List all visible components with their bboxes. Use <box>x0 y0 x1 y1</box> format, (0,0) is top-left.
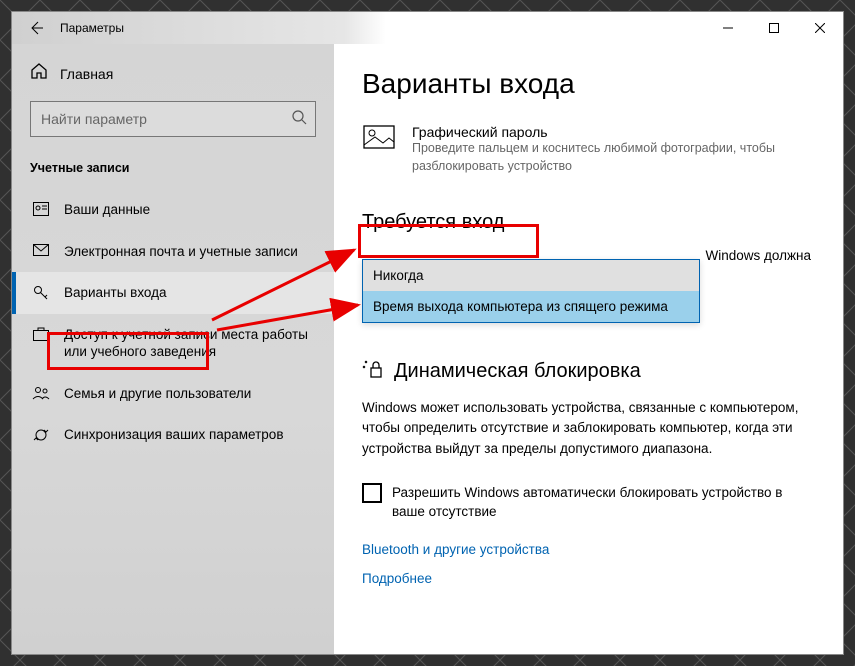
dynamic-lock-checkbox-row[interactable]: Разрешить Windows автоматически блокиров… <box>362 483 815 522</box>
option-picture-password[interactable]: Графический пароль Проведите пальцем и к… <box>362 124 815 175</box>
dropdown-option-sleep[interactable]: Время выхода компьютера из спящего режим… <box>363 291 699 322</box>
sidebar-item-signin-options[interactable]: Варианты входа <box>12 272 334 314</box>
nav-label: Электронная почта и учетные записи <box>64 243 298 261</box>
nav-label: Ваши данные <box>64 201 150 219</box>
home-button[interactable]: Главная <box>12 44 334 97</box>
content-pane: Варианты входа Графический пароль Провед… <box>334 44 843 654</box>
minimize-button[interactable] <box>705 12 751 44</box>
people-icon <box>32 386 50 400</box>
home-label: Главная <box>60 66 113 82</box>
nav-label: Семья и другие пользователи <box>64 385 251 403</box>
dynamic-lock-desc: Windows может использовать устройства, с… <box>362 398 815 459</box>
settings-window: Параметры Главная Учетные записи <box>12 12 843 654</box>
nav-label: Доступ к учетной записи места работы или… <box>64 326 316 361</box>
search-input[interactable] <box>41 111 291 127</box>
close-button[interactable] <box>797 12 843 44</box>
require-signin-dropdown[interactable]: Никогда Время выхода компьютера из спяще… <box>362 259 700 323</box>
arrow-left-icon <box>28 20 44 36</box>
window-title: Параметры <box>56 21 124 35</box>
page-title: Варианты входа <box>362 68 815 100</box>
key-icon <box>32 285 50 301</box>
sidebar: Главная Учетные записи Ваши данные Элект… <box>12 44 334 654</box>
sidebar-item-your-info[interactable]: Ваши данные <box>12 189 334 231</box>
picture-icon <box>362 124 396 150</box>
sidebar-item-work-access[interactable]: Доступ к учетной записи места работы или… <box>12 314 334 373</box>
dynamic-lock-header: Динамическая блокировка <box>362 359 815 384</box>
link-bluetooth[interactable]: Bluetooth и другие устройства <box>362 542 815 557</box>
sync-icon <box>32 427 50 443</box>
sidebar-item-sync[interactable]: Синхронизация ваших параметров <box>12 414 334 456</box>
search-icon <box>291 109 307 130</box>
sidebar-item-family[interactable]: Семья и другие пользователи <box>12 373 334 415</box>
titlebar: Параметры <box>12 12 843 44</box>
briefcase-icon <box>32 327 50 341</box>
sidebar-item-email[interactable]: Электронная почта и учетные записи <box>12 231 334 273</box>
back-button[interactable] <box>16 12 56 44</box>
search-box[interactable] <box>30 101 316 137</box>
dropdown-option-never[interactable]: Никогда <box>363 260 699 291</box>
checkbox-label: Разрешить Windows автоматически блокиров… <box>392 483 815 522</box>
nav-label: Синхронизация ваших параметров <box>64 426 284 444</box>
nav-label: Варианты входа <box>64 284 167 302</box>
mail-icon <box>32 244 50 256</box>
option-title: Графический пароль <box>412 124 815 140</box>
require-signin-heading: Требуется вход <box>362 211 815 234</box>
option-desc: Проведите пальцем и коснитесь любимой фо… <box>412 140 815 175</box>
link-more[interactable]: Подробнее <box>362 571 815 586</box>
badge-icon <box>32 202 50 216</box>
maximize-button[interactable] <box>751 12 797 44</box>
checkbox[interactable] <box>362 483 382 503</box>
dynamic-lock-heading: Динамическая блокировка <box>394 360 641 383</box>
home-icon <box>30 62 48 85</box>
section-label: Учетные записи <box>12 155 334 189</box>
dynamic-lock-icon <box>362 359 384 384</box>
window-controls <box>705 12 843 44</box>
